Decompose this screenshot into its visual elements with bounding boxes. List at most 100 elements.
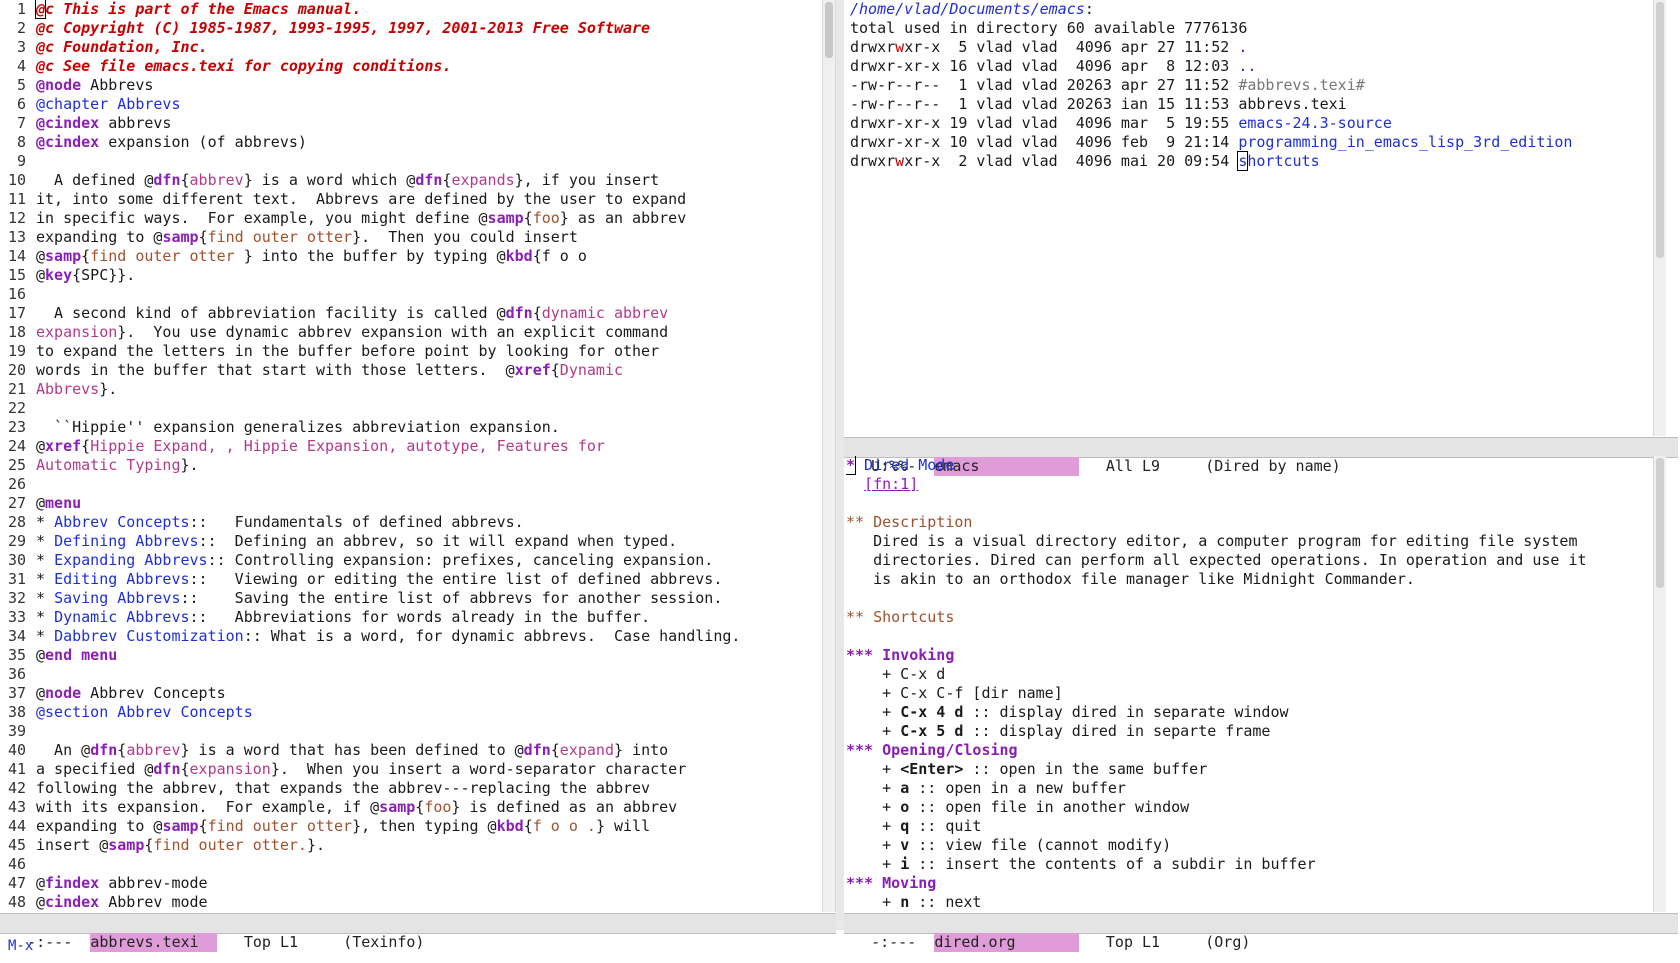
code-line[interactable]: 1 @c This is part of the Emacs manual. <box>0 0 820 19</box>
code-line[interactable]: 5 @node Abbrevs <box>0 76 820 95</box>
dired-entry[interactable]: drwxr-xr-x 10 vlad vlad 4096 feb 9 21:14… <box>850 133 1650 152</box>
org-line[interactable]: Dired is a visual directory editor, a co… <box>846 532 1646 551</box>
org-line[interactable]: directories. Dired can perform all expec… <box>846 551 1646 570</box>
dired-file-name[interactable]: .. <box>1238 57 1256 75</box>
org-scrollbar[interactable] <box>1653 456 1666 912</box>
code-line[interactable]: 46 <box>0 855 820 874</box>
org-buffer[interactable]: * Dired Mode [fn:1] ** Description Dired … <box>846 456 1646 912</box>
code-line[interactable]: 34 * Dabbrev Customization:: What is a wo… <box>0 627 820 646</box>
dired-file-name[interactable]: shortcuts <box>1237 151 1320 171</box>
dired-file-name[interactable]: emacs-24.3-source <box>1238 114 1392 132</box>
code-line[interactable]: 8 @cindex expansion (of abbrevs) <box>0 133 820 152</box>
code-line[interactable]: 41 a specified @dfn{expansion}. When you … <box>0 760 820 779</box>
code-line[interactable]: 43 with its expansion. For example, if @s… <box>0 798 820 817</box>
code-line[interactable]: 21 Abbrevs}. <box>0 380 820 399</box>
dired-buffer[interactable]: /home/vlad/Documents/emacs: total used i… <box>850 0 1650 436</box>
code-line[interactable]: 30 * Expanding Abbrevs:: Controlling expa… <box>0 551 820 570</box>
code-line[interactable]: 25 Automatic Typing}. <box>0 456 820 475</box>
code-line[interactable]: 3 @c Foundation, Inc. <box>0 38 820 57</box>
dired-entry[interactable]: -rw-r--r-- 1 vlad vlad 20263 ian 15 11:5… <box>850 95 1650 114</box>
org-line[interactable]: *** Invoking <box>846 646 1646 665</box>
code-line[interactable]: 42 following the abbrev, that expands the… <box>0 779 820 798</box>
mode-line-org[interactable]: -:--- dired.org Top L1 (Org) <box>844 913 1678 952</box>
mode-line-major-mode[interactable]: (Org) <box>1205 933 1250 951</box>
code-line[interactable]: 44 expanding to @samp{find outer otter}, … <box>0 817 820 836</box>
org-line[interactable]: + C-x d <box>846 665 1646 684</box>
mode-line-buffer-name[interactable]: abbrevs.texi <box>90 933 217 952</box>
code-line[interactable]: 35 @end menu <box>0 646 820 665</box>
dired-entry[interactable]: drwxr-xr-x 19 vlad vlad 4096 mar 5 19:55… <box>850 114 1650 133</box>
dired-scrollbar[interactable] <box>1653 0 1666 436</box>
mode-line-texinfo[interactable]: -:--- abbrevs.texi Top L1 (Texinfo) <box>0 913 836 952</box>
vertical-window-divider[interactable] <box>836 0 844 930</box>
code-line[interactable]: 38 @section Abbrev Concepts <box>0 703 820 722</box>
org-line[interactable]: is akin to an orthodox file manager like… <box>846 570 1646 589</box>
org-line[interactable]: * Dired Mode <box>846 456 1646 475</box>
org-line[interactable] <box>846 589 1646 608</box>
dired-file-name[interactable]: . <box>1238 38 1247 56</box>
code-line[interactable]: 17 A second kind of abbreviation facilit… <box>0 304 820 323</box>
code-line[interactable]: 39 <box>0 722 820 741</box>
code-line[interactable]: 29 * Defining Abbrevs:: Defining an abbre… <box>0 532 820 551</box>
code-line[interactable]: 12 in specific ways. For example, you mig… <box>0 209 820 228</box>
code-line[interactable]: 36 <box>0 665 820 684</box>
left-scrollbar[interactable] <box>822 0 836 912</box>
code-line[interactable]: 18 expansion}. You use dynamic abbrev exp… <box>0 323 820 342</box>
code-line[interactable]: 45 insert @samp{find outer otter.}. <box>0 836 820 855</box>
dired-scrollbar-thumb[interactable] <box>1656 2 1664 258</box>
code-line[interactable]: 31 * Editing Abbrevs:: Viewing or editing… <box>0 570 820 589</box>
code-line[interactable]: 7 @cindex abbrevs <box>0 114 820 133</box>
code-line[interactable]: 20 words in the buffer that start with th… <box>0 361 820 380</box>
code-line[interactable]: 14 @samp{find outer otter } into the buff… <box>0 247 820 266</box>
dired-file-name[interactable]: abbrevs.texi <box>1238 95 1346 113</box>
texinfo-buffer[interactable]: 1 @c This is part of the Emacs manual. 2 @c… <box>0 0 820 912</box>
org-line[interactable]: + i :: insert the contents of a subdir i… <box>846 855 1646 874</box>
mode-line-major-mode[interactable]: (Texinfo) <box>343 933 424 951</box>
code-line[interactable]: 2 @c Copyright (C) 1985-1987, 1993-1995, … <box>0 19 820 38</box>
org-scrollbar-thumb[interactable] <box>1656 458 1664 588</box>
code-line[interactable]: 47 @findex abbrev-mode <box>0 874 820 893</box>
dired-file-name[interactable]: programming_in_emacs_lisp_3rd_edition <box>1238 133 1572 151</box>
dired-entry[interactable]: -rw-r--r-- 1 vlad vlad 20263 apr 27 11:5… <box>850 76 1650 95</box>
code-line[interactable]: 13 expanding to @samp{find outer otter}. … <box>0 228 820 247</box>
code-line[interactable]: 24 @xref{Hippie Expand, , Hippie Expansio… <box>0 437 820 456</box>
code-line[interactable]: 22 <box>0 399 820 418</box>
code-line[interactable]: 16 <box>0 285 820 304</box>
code-line[interactable]: 26 <box>0 475 820 494</box>
org-line[interactable] <box>846 494 1646 513</box>
code-line[interactable]: 40 An @dfn{abbrev} is a word that has be… <box>0 741 820 760</box>
dired-path[interactable]: /home/vlad/Documents/emacs <box>850 0 1085 18</box>
code-line[interactable]: 19 to expand the letters in the buffer be… <box>0 342 820 361</box>
org-line[interactable]: [fn:1] <box>846 475 1646 494</box>
org-line[interactable]: + o :: open file in another window <box>846 798 1646 817</box>
org-line[interactable]: + <Enter> :: open in the same buffer <box>846 760 1646 779</box>
org-line[interactable]: + C-x 5 d :: display dired in separte fr… <box>846 722 1646 741</box>
code-line[interactable]: 33 * Dynamic Abbrevs:: Abbreviations for … <box>0 608 820 627</box>
org-line[interactable]: + C-x 4 d :: display dired in separate w… <box>846 703 1646 722</box>
code-line[interactable]: 6 @chapter Abbrevs <box>0 95 820 114</box>
code-line[interactable]: 4 @c See file emacs.texi for copying cond… <box>0 57 820 76</box>
minibuffer[interactable]: M-x <box>8 936 33 956</box>
code-line[interactable]: 11 it, into some different text. Abbrevs … <box>0 190 820 209</box>
code-line[interactable]: 15 @key{SPC}}. <box>0 266 820 285</box>
org-line[interactable]: + v :: view file (cannot modify) <box>846 836 1646 855</box>
code-line[interactable]: 9 <box>0 152 820 171</box>
code-line[interactable]: 27 @menu <box>0 494 820 513</box>
code-line[interactable]: 23 ``Hippie'' expansion generalizes abbr… <box>0 418 820 437</box>
org-line[interactable]: ** Shortcuts <box>846 608 1646 627</box>
org-line[interactable]: + a :: open in a new buffer <box>846 779 1646 798</box>
mode-line-dired[interactable]: U:%%- emacs All L9 (Dired by name) <box>844 437 1678 476</box>
code-line[interactable]: 32 * Saving Abbrevs:: Saving the entire l… <box>0 589 820 608</box>
dired-entry[interactable]: drwxr-xr-x 16 vlad vlad 4096 apr 8 12:03… <box>850 57 1650 76</box>
dired-file-name[interactable]: #abbrevs.texi# <box>1238 76 1364 94</box>
dired-entry[interactable]: drwxrwxr-x 2 vlad vlad 4096 mai 20 09:54… <box>850 151 1650 171</box>
org-line[interactable]: *** Opening/Closing <box>846 741 1646 760</box>
org-line[interactable]: *** Moving <box>846 874 1646 893</box>
mode-line-buffer-name[interactable]: dired.org <box>934 933 1079 952</box>
org-line[interactable]: + C-x C-f [dir name] <box>846 684 1646 703</box>
dired-entry[interactable]: drwxrwxr-x 5 vlad vlad 4096 apr 27 11:52… <box>850 38 1650 57</box>
code-line[interactable]: 28 * Abbrev Concepts:: Fundamentals of de… <box>0 513 820 532</box>
code-line[interactable]: 37 @node Abbrev Concepts <box>0 684 820 703</box>
org-line[interactable] <box>846 627 1646 646</box>
org-line[interactable]: ** Description <box>846 513 1646 532</box>
